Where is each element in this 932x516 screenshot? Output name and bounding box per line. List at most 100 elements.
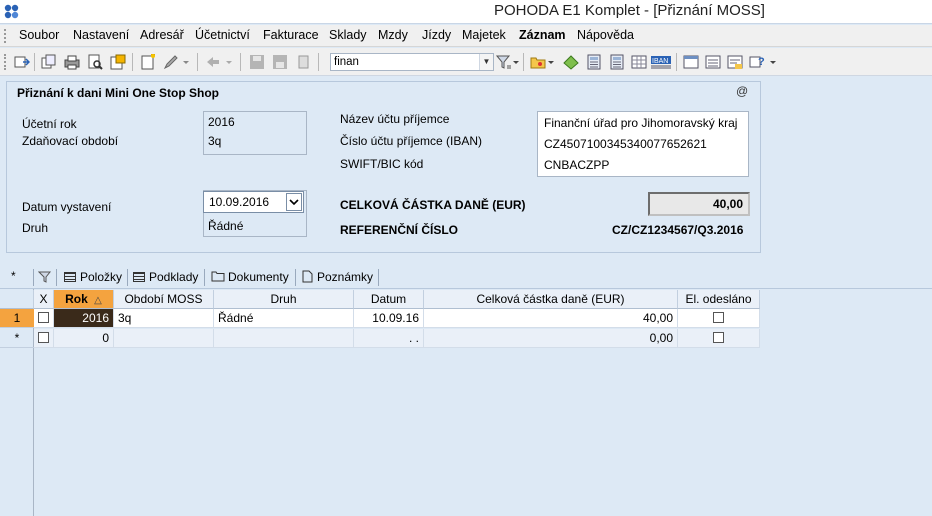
- menu-zaznam[interactable]: Záznam: [519, 28, 566, 42]
- col-header-obdobi[interactable]: Období MOSS: [114, 290, 214, 309]
- header-corner: [0, 290, 34, 309]
- list-icon: [64, 272, 76, 282]
- cell-datum[interactable]: . .: [354, 329, 424, 348]
- cell-obdobi[interactable]: 3q: [114, 309, 214, 328]
- tab-poznamky[interactable]: Poznámky: [302, 270, 373, 284]
- cell-castka[interactable]: 0,00: [424, 329, 678, 348]
- svg-text:?: ?: [758, 56, 765, 68]
- window-icon[interactable]: [683, 54, 699, 70]
- cell-el-odeslano[interactable]: [678, 329, 760, 348]
- rok-label: Účetní rok: [22, 117, 77, 131]
- edit-icon[interactable]: [163, 54, 179, 70]
- calculator-icon[interactable]: [586, 54, 602, 70]
- col-header-castka[interactable]: Celková částka daně (EUR): [424, 290, 678, 309]
- filter-icon[interactable]: [495, 54, 512, 70]
- tab-polozky[interactable]: Položky: [64, 270, 122, 284]
- toolbar-separator: [676, 53, 677, 71]
- cell-rok[interactable]: 2016: [54, 309, 114, 328]
- tab-podklady[interactable]: Podklady: [133, 270, 198, 284]
- menu-napoveda[interactable]: Nápověda: [577, 28, 634, 42]
- row-select-cell[interactable]: [34, 309, 54, 328]
- tab-dokumenty[interactable]: Dokumenty: [211, 270, 289, 284]
- chevron-down-icon[interactable]: [182, 54, 190, 70]
- back-icon[interactable]: [205, 54, 221, 70]
- print-icon[interactable]: [64, 54, 80, 70]
- recipient-account-box[interactable]: Finanční úřad pro Jihomoravský kraj CZ45…: [537, 111, 749, 177]
- chevron-down-icon[interactable]: [225, 54, 233, 70]
- notes-icon[interactable]: [727, 54, 743, 70]
- export-icon[interactable]: [110, 54, 126, 70]
- druh-value: Řádné: [208, 219, 244, 233]
- tab-separator: [56, 269, 57, 286]
- cell-el-odeslano[interactable]: [678, 309, 760, 328]
- title-bar: POHODA E1 Komplet - [Přiznání MOSS]: [0, 0, 932, 24]
- rok-value: 2016: [208, 115, 235, 129]
- row-select-checkbox[interactable]: [38, 332, 49, 343]
- menu-sklady[interactable]: Sklady: [329, 28, 367, 42]
- row-select-cell[interactable]: [34, 329, 54, 348]
- swift-value: CNBACZPP: [544, 158, 610, 172]
- menu-jizdy[interactable]: Jízdy: [422, 28, 451, 42]
- chevron-down-icon[interactable]: [769, 54, 777, 70]
- col-header-el-odeslano[interactable]: El. odesláno: [678, 290, 760, 309]
- menu-ucetnictvi[interactable]: Účetnictví: [195, 28, 250, 42]
- toolbar-grip: [4, 54, 7, 70]
- search-input[interactable]: [331, 54, 479, 70]
- tab-podklady-label: Podklady: [149, 270, 199, 284]
- chevron-down-icon[interactable]: [286, 193, 302, 211]
- menu-adresar[interactable]: Adresář: [140, 28, 184, 42]
- copy-icon[interactable]: [41, 54, 57, 70]
- cell-datum[interactable]: 10.09.16: [354, 309, 424, 328]
- attach-icon[interactable]: [296, 54, 312, 70]
- tab-separator: [204, 269, 205, 286]
- col-header-rok[interactable]: Rok △: [54, 290, 114, 309]
- list-icon[interactable]: [705, 54, 721, 70]
- new-record-icon[interactable]: [140, 53, 156, 70]
- toolbar-separator: [240, 53, 241, 71]
- agenda-icon[interactable]: [14, 54, 31, 70]
- cell-druh[interactable]: Řádné: [214, 309, 354, 328]
- cell-obdobi[interactable]: [114, 329, 214, 348]
- open-folder-icon[interactable]: [530, 54, 546, 70]
- el-odeslano-checkbox[interactable]: [713, 312, 724, 323]
- save-icon[interactable]: [249, 54, 265, 70]
- col-header-druh[interactable]: Druh: [214, 290, 354, 309]
- tab-strip: * Položky Podklady Dokumenty Poznámky: [0, 266, 932, 289]
- money-icon[interactable]: [563, 54, 579, 70]
- table-row[interactable]: 1 2016 3q Řádné 10.09.16 40,00: [0, 309, 760, 328]
- menu-fakturace[interactable]: Fakturace: [263, 28, 319, 42]
- col-header-datum[interactable]: Datum: [354, 290, 424, 309]
- datum-picker[interactable]: 10.09.2016: [203, 191, 304, 213]
- cell-rok[interactable]: 0: [54, 329, 114, 348]
- filter-icon[interactable]: [37, 270, 52, 287]
- chevron-down-icon[interactable]: ▼: [479, 54, 493, 70]
- chevron-down-icon[interactable]: [512, 54, 520, 70]
- row-select-checkbox[interactable]: [38, 312, 49, 323]
- menu-nastaveni[interactable]: Nastavení: [73, 28, 129, 42]
- row-number[interactable]: 1: [0, 309, 34, 328]
- print-preview-icon[interactable]: [87, 54, 103, 70]
- help-icon[interactable]: ?: [749, 54, 765, 70]
- chevron-down-icon[interactable]: [547, 54, 555, 70]
- cell-castka[interactable]: 40,00: [424, 309, 678, 328]
- el-odeslano-checkbox[interactable]: [713, 332, 724, 343]
- delete-icon[interactable]: [272, 54, 288, 70]
- search-box[interactable]: ▼: [330, 53, 494, 71]
- rok-obdobi-field: 2016 3q: [203, 111, 307, 155]
- window-title: POHODA E1 Komplet - [Přiznání MOSS]: [494, 2, 765, 19]
- menu-majetek[interactable]: Majetek: [462, 28, 506, 42]
- iban-icon[interactable]: IBAN: [651, 54, 671, 70]
- col-header-x[interactable]: X: [34, 290, 54, 309]
- calculator-icon[interactable]: [609, 54, 625, 70]
- tab-dokumenty-label: Dokumenty: [228, 270, 289, 284]
- total-value: 40,00: [712, 197, 743, 211]
- tab-star[interactable]: *: [11, 269, 16, 283]
- menu-mzdy[interactable]: Mzdy: [378, 28, 408, 42]
- grid-icon[interactable]: [631, 54, 647, 70]
- table-row-new[interactable]: * 0 . . 0,00: [0, 329, 760, 348]
- cell-druh[interactable]: [214, 329, 354, 348]
- menu-soubor[interactable]: Soubor: [19, 28, 59, 42]
- row-number[interactable]: *: [0, 329, 34, 348]
- iban-value: CZ4507100345340077652621: [544, 137, 707, 151]
- at-icon[interactable]: @: [736, 84, 748, 98]
